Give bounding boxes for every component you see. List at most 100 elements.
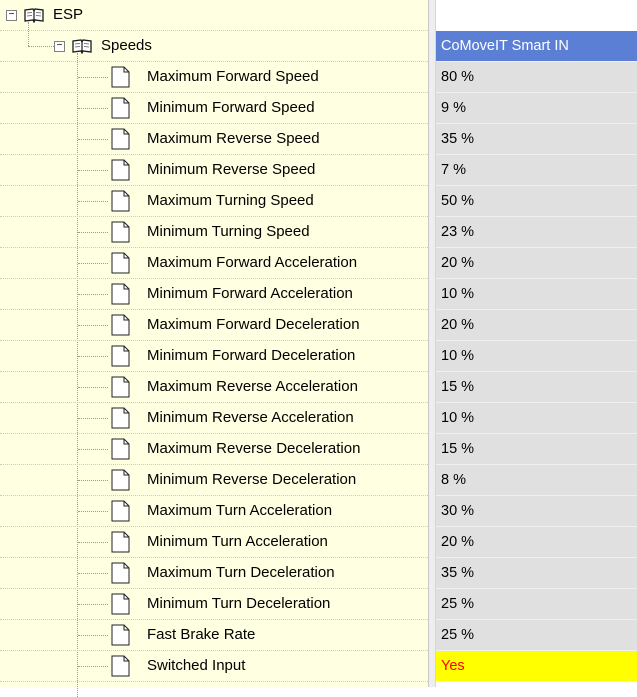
pane-splitter[interactable]	[428, 0, 436, 687]
value-cell[interactable]: 7 %	[436, 155, 637, 186]
tree-item[interactable]: Minimum Turning Speed	[0, 217, 428, 248]
value-cell[interactable]: 9 %	[436, 93, 637, 124]
document-page-icon	[109, 376, 131, 398]
tree-connector	[78, 201, 108, 202]
value-cell[interactable]: 25 %	[436, 620, 637, 651]
tree-item[interactable]: Minimum Turn Acceleration	[0, 527, 428, 558]
value-cell[interactable]: Yes	[436, 651, 637, 682]
document-page-icon	[109, 469, 131, 491]
open-book-icon	[72, 38, 92, 55]
value-cell[interactable]: 20 %	[436, 527, 637, 558]
value-cell[interactable]: 20 %	[436, 310, 637, 341]
value-pane: CoMoveIT Smart IN 80 % 9 % 35 % 7 % 50 % 23 % 2…	[436, 0, 637, 687]
value-cell[interactable]: 35 %	[436, 558, 637, 589]
tree-node-label: ESP	[53, 6, 84, 23]
tree-connector	[78, 387, 108, 388]
value-cell[interactable]: 10 %	[436, 341, 637, 372]
tree-item-label: Minimum Forward Deceleration	[147, 347, 356, 364]
tree-connector	[78, 294, 108, 295]
tree-item-label: Maximum Turn Deceleration	[147, 564, 335, 581]
tree-item-label: Minimum Reverse Speed	[147, 161, 316, 178]
tree-item-label: Maximum Forward Speed	[147, 68, 319, 85]
document-page-icon	[109, 593, 131, 615]
document-page-icon	[109, 97, 131, 119]
tree-node-speeds[interactable]: − Speeds	[0, 31, 428, 62]
tree-item[interactable]: Maximum Forward Acceleration	[0, 248, 428, 279]
tree-connector	[78, 418, 108, 419]
tree-item[interactable]: Maximum Forward Deceleration	[0, 310, 428, 341]
tree-connector	[78, 356, 108, 357]
tree-item[interactable]: Minimum Forward Speed	[0, 93, 428, 124]
tree-item-label: Maximum Turning Speed	[147, 192, 314, 209]
tree-item-label: Minimum Turning Speed	[147, 223, 310, 240]
tree-connector	[78, 542, 108, 543]
document-page-icon	[109, 252, 131, 274]
collapse-toggle[interactable]: −	[6, 10, 17, 21]
tree-item[interactable]: Maximum Reverse Acceleration	[0, 372, 428, 403]
tree-item-label: Maximum Reverse Speed	[147, 130, 320, 147]
tree-item[interactable]: Maximum Reverse Speed	[0, 124, 428, 155]
tree-item[interactable]: Switched Input	[0, 651, 428, 682]
tree-connector	[28, 46, 54, 47]
tree-connector	[28, 22, 29, 46]
tree-item-label: Maximum Reverse Acceleration	[147, 378, 358, 395]
document-page-icon	[109, 624, 131, 646]
document-page-icon	[109, 128, 131, 150]
value-cell[interactable]: 80 %	[436, 62, 637, 93]
tree-item-label: Fast Brake Rate	[147, 626, 256, 643]
document-page-icon	[109, 221, 131, 243]
tree-connector	[78, 108, 108, 109]
tree-connector	[78, 666, 108, 667]
value-cell[interactable]: 8 %	[436, 465, 637, 496]
tree-item[interactable]: Minimum Reverse Acceleration	[0, 403, 428, 434]
tree-node-label: Speeds	[101, 37, 152, 54]
tree-connector	[78, 635, 108, 636]
tree-connector	[78, 480, 108, 481]
tree-item[interactable]: Maximum Turn Deceleration	[0, 558, 428, 589]
tree-item[interactable]: Maximum Turn Acceleration	[0, 496, 428, 527]
tree-item-label: Maximum Forward Deceleration	[147, 316, 360, 333]
tree-item[interactable]: Maximum Reverse Deceleration	[0, 434, 428, 465]
tree-item-label: Maximum Turn Acceleration	[147, 502, 333, 519]
tree-connector	[78, 325, 108, 326]
value-column-header[interactable]: CoMoveIT Smart IN	[436, 31, 637, 62]
collapse-toggle[interactable]: −	[54, 41, 65, 52]
tree-item[interactable]: Minimum Reverse Deceleration	[0, 465, 428, 496]
tree-item-label: Minimum Forward Speed	[147, 99, 315, 116]
tree-item[interactable]: Minimum Forward Acceleration	[0, 279, 428, 310]
tree-connector	[78, 77, 108, 78]
document-page-icon	[109, 500, 131, 522]
tree-item-label: Minimum Reverse Acceleration	[147, 409, 354, 426]
value-cell[interactable]: 15 %	[436, 372, 637, 403]
tree-item[interactable]: Minimum Turn Deceleration	[0, 589, 428, 620]
document-page-icon	[109, 655, 131, 677]
tree-item-label: Maximum Reverse Deceleration	[147, 440, 361, 457]
tree-item-label: Minimum Turn Deceleration	[147, 595, 331, 612]
value-cell[interactable]: 20 %	[436, 248, 637, 279]
value-cell[interactable]: 35 %	[436, 124, 637, 155]
tree-connector	[78, 232, 108, 233]
tree-item-label: Minimum Reverse Deceleration	[147, 471, 357, 488]
value-cell[interactable]: 30 %	[436, 496, 637, 527]
tree-connector	[78, 511, 108, 512]
tree-connector	[78, 170, 108, 171]
value-cell[interactable]: 23 %	[436, 217, 637, 248]
value-cell[interactable]: 10 %	[436, 279, 637, 310]
document-page-icon	[109, 345, 131, 367]
value-cell[interactable]: 50 %	[436, 186, 637, 217]
tree-item-label: Switched Input	[147, 657, 246, 674]
document-page-icon	[109, 283, 131, 305]
value-cell[interactable]: 25 %	[436, 589, 637, 620]
tree-item[interactable]: Maximum Turning Speed	[0, 186, 428, 217]
tree-item[interactable]: Minimum Forward Deceleration	[0, 341, 428, 372]
value-cell[interactable]: 15 %	[436, 434, 637, 465]
value-cell[interactable]: 10 %	[436, 403, 637, 434]
tree-item-label: Minimum Turn Acceleration	[147, 533, 328, 550]
tree-item[interactable]: Fast Brake Rate	[0, 620, 428, 651]
tree-item[interactable]: Maximum Forward Speed	[0, 62, 428, 93]
tree-item[interactable]: Minimum Reverse Speed	[0, 155, 428, 186]
document-page-icon	[109, 66, 131, 88]
tree-connector	[78, 449, 108, 450]
tree-node-esp[interactable]: − ESP	[0, 0, 428, 31]
tree-connector	[78, 263, 108, 264]
